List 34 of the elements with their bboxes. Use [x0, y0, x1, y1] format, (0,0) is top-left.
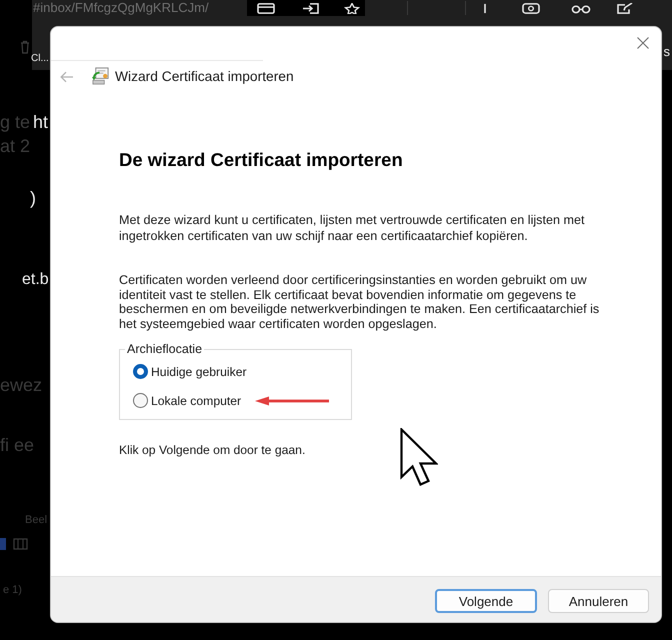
- dialog-button[interactable]: Volgende: [435, 589, 537, 613]
- wizard-title: Wizard Certificaat importeren: [115, 69, 294, 84]
- dialog-button[interactable]: Annuleren: [548, 589, 649, 613]
- certificate-icon: [91, 67, 110, 86]
- page-text: at 2: [0, 135, 30, 157]
- sign-in-icon[interactable]: [302, 2, 320, 14]
- camera-icon[interactable]: [522, 2, 540, 14]
- page-text: s: [664, 45, 670, 59]
- page-heading: De wizard Certificaat importeren: [119, 149, 403, 170]
- window-icon[interactable]: [257, 2, 275, 14]
- page-text: ht: [33, 111, 48, 133]
- page-text: fi ee: [0, 434, 34, 456]
- page-text: ewez: [0, 374, 42, 396]
- page-text: Beel: [25, 513, 48, 527]
- group-label: Archieflocatie: [126, 342, 204, 357]
- tile-icon[interactable]: [0, 538, 6, 550]
- radio-label[interactable]: Huidige gebruiker: [151, 364, 247, 379]
- radio-button[interactable]: [133, 393, 148, 408]
- line-icon[interactable]: [483, 2, 487, 14]
- page-text: et.b: [22, 270, 49, 290]
- tab-title[interactable]: Cl...: [31, 53, 49, 65]
- page-text: g te: [0, 111, 30, 133]
- page-text: ): [30, 187, 36, 209]
- paragraph-text: Met deze wizard kunt u certificaten, lijsten met vertrouwde certificaten en lijsten met ingetrokken certificaten van uw schijf naar een certificaatarchief kopiëren.: [119, 212, 586, 244]
- glasses-icon[interactable]: [571, 2, 591, 14]
- pointer-icon: [400, 428, 438, 486]
- edit-icon[interactable]: [616, 2, 634, 14]
- close-icon[interactable]: [637, 37, 649, 49]
- paragraph-text: Certificaten worden verleend door certificeringsinstanties en worden gebruikt om uw identiteit vast te stellen. Elk certificaat bevat bovendien informatie om gegevens te beschermen en om beveiligde netwerkverbindingen te maken. Een certificaatarchief is het systeemgebied waar certificaten worden opgeslagen.: [119, 273, 600, 332]
- page-text: e 1): [3, 583, 22, 597]
- radio-label[interactable]: Lokale computer: [151, 394, 242, 408]
- radio-button[interactable]: [133, 364, 148, 380]
- instruction-text: Klik op Volgende om door te gaan.: [119, 442, 306, 458]
- star-icon[interactable]: [344, 2, 360, 14]
